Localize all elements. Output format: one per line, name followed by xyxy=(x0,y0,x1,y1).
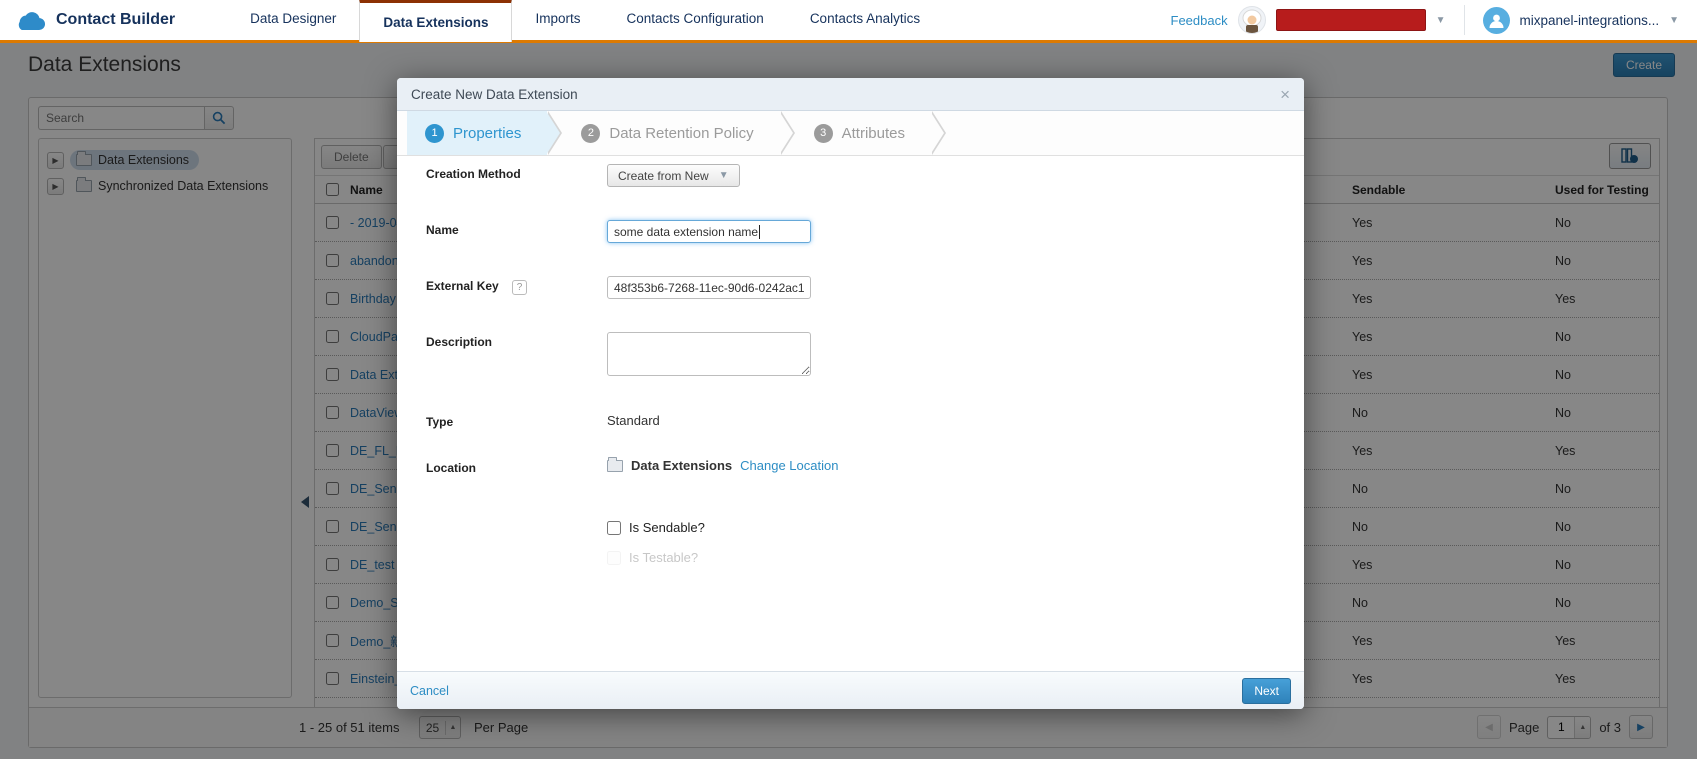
type-label: Type xyxy=(426,415,453,429)
description-textarea[interactable] xyxy=(607,332,811,376)
modal-header: Create New Data Extension × xyxy=(397,78,1304,111)
step-number: 1 xyxy=(425,124,444,143)
external-key-label: External Key xyxy=(426,279,499,293)
chevron-down-icon[interactable]: ▼ xyxy=(1436,15,1446,26)
location-value: Data Extensions xyxy=(631,458,732,473)
name-value: some data extension name xyxy=(614,225,758,239)
tab-imports[interactable]: Imports xyxy=(512,0,603,39)
folder-icon xyxy=(607,460,623,472)
next-button[interactable]: Next xyxy=(1242,678,1291,704)
is-testable-checkbox xyxy=(607,551,621,565)
description-label: Description xyxy=(426,335,492,349)
is-testable-label: Is Testable? xyxy=(629,550,698,565)
step-attributes[interactable]: 3 Attributes xyxy=(796,111,931,155)
step-data-retention-policy[interactable]: 2 Data Retention Policy xyxy=(563,111,779,155)
modal-footer: Cancel Next xyxy=(397,671,1304,709)
modal-body: Creation Method Create from New ▼ Name s… xyxy=(397,156,1304,671)
brand: Contact Builder xyxy=(14,9,175,32)
wizard-steps: 1 Properties 2 Data Retention Policy 3 A… xyxy=(397,111,1304,156)
type-value: Standard xyxy=(607,413,660,428)
creation-method-label: Creation Method xyxy=(426,167,521,181)
external-key-input[interactable] xyxy=(607,276,811,299)
account-chevron-down-icon[interactable]: ▼ xyxy=(1669,15,1679,26)
help-icon[interactable]: ? xyxy=(512,280,527,295)
nav-divider xyxy=(1464,5,1465,35)
change-location-link[interactable]: Change Location xyxy=(740,458,838,473)
einstein-avatar[interactable] xyxy=(1238,6,1266,34)
app-root: Contact Builder Data Designer Data Exten… xyxy=(0,0,1697,759)
step-number: 2 xyxy=(581,124,600,143)
is-sendable-checkbox[interactable] xyxy=(607,521,621,535)
text-caret xyxy=(759,225,760,239)
is-sendable-label: Is Sendable? xyxy=(629,520,705,535)
tab-contacts-analytics[interactable]: Contacts Analytics xyxy=(787,0,943,39)
creation-method-value: Create from New xyxy=(618,169,709,183)
step-label: Attributes xyxy=(842,125,905,142)
nav-tabs: Data Designer Data Extensions Imports Co… xyxy=(227,0,943,42)
creation-method-dropdown[interactable]: Create from New ▼ xyxy=(607,164,740,187)
chevron-down-icon: ▼ xyxy=(719,170,729,181)
brand-title: Contact Builder xyxy=(56,11,175,29)
close-icon[interactable]: × xyxy=(1280,86,1290,103)
step-properties[interactable]: 1 Properties xyxy=(407,111,547,155)
name-label: Name xyxy=(426,223,459,237)
modal-title: Create New Data Extension xyxy=(411,87,578,102)
account-name[interactable]: mixpanel-integrations... xyxy=(1520,13,1660,28)
step-label: Data Retention Policy xyxy=(609,125,753,142)
tab-data-designer[interactable]: Data Designer xyxy=(227,0,359,39)
step-number: 3 xyxy=(814,124,833,143)
feedback-link[interactable]: Feedback xyxy=(1171,13,1228,28)
step-label: Properties xyxy=(453,125,521,142)
tab-data-extensions[interactable]: Data Extensions xyxy=(359,0,512,42)
top-nav: Contact Builder Data Designer Data Exten… xyxy=(0,0,1697,43)
tab-contacts-configuration[interactable]: Contacts Configuration xyxy=(603,0,786,39)
redacted-account-block xyxy=(1276,9,1426,31)
user-avatar-icon[interactable] xyxy=(1483,7,1510,34)
cancel-link[interactable]: Cancel xyxy=(410,684,449,698)
create-data-extension-modal: Create New Data Extension × 1 Properties… xyxy=(397,78,1304,709)
name-input[interactable]: some data extension name xyxy=(607,220,811,243)
salesforce-cloud-icon xyxy=(14,9,48,32)
location-label: Location xyxy=(426,461,476,475)
